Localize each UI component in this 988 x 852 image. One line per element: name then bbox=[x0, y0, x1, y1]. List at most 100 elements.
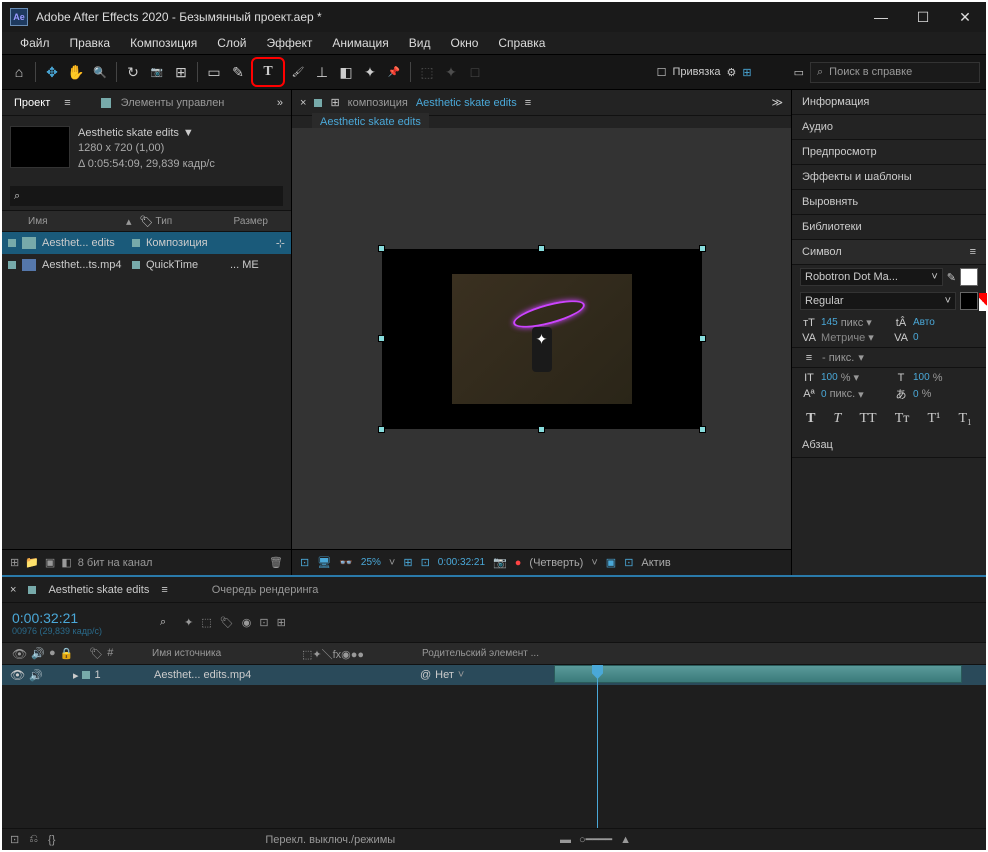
camera-tool[interactable] bbox=[146, 61, 168, 83]
menu-help[interactable]: Справка bbox=[488, 33, 555, 53]
tl-icon-5[interactable]: ⊡ bbox=[259, 616, 268, 629]
handle-tr[interactable] bbox=[699, 245, 706, 252]
comp-close-icon[interactable]: × bbox=[300, 97, 306, 109]
tl-footer-icon-2[interactable]: ⎌ bbox=[29, 833, 38, 846]
kerning-dropdown[interactable]: Метриче bbox=[821, 332, 865, 344]
trash-icon[interactable]: 🗑 bbox=[269, 556, 283, 569]
menu-window[interactable]: Окно bbox=[440, 33, 488, 53]
stroke-color-swatch[interactable] bbox=[960, 292, 978, 310]
zoom-in-icon[interactable]: ▲ bbox=[620, 834, 631, 846]
handle-bl[interactable] bbox=[378, 426, 385, 433]
panel-libraries[interactable]: Библиотеки bbox=[792, 215, 986, 240]
font-family-dropdown[interactable]: Robotron Dot Ma...˅ bbox=[800, 268, 943, 286]
hscale-input[interactable]: 100 bbox=[913, 372, 930, 383]
tl-footer-icon-3[interactable]: {} bbox=[48, 834, 55, 846]
italic-button[interactable]: T bbox=[834, 411, 842, 427]
tl-tab-menu-icon[interactable] bbox=[161, 584, 167, 596]
orbit-tool[interactable] bbox=[122, 61, 144, 83]
minimize-button[interactable]: — bbox=[860, 2, 902, 32]
menu-effect[interactable]: Эффект bbox=[256, 33, 322, 53]
vf-view-icon[interactable]: ⊡ bbox=[624, 556, 633, 569]
col-parent[interactable]: Родительский элемент ... bbox=[422, 648, 552, 659]
pan-behind-tool[interactable] bbox=[170, 61, 192, 83]
bold-button[interactable]: T bbox=[806, 411, 815, 427]
vf-snapshot-icon[interactable]: 📷 bbox=[493, 556, 507, 569]
leading-input[interactable]: Авто bbox=[913, 317, 935, 328]
project-item-comp[interactable]: Aesthet... edits Композиция ⊹ bbox=[2, 232, 291, 254]
snap-options-icon[interactable]: ⚙ bbox=[727, 66, 737, 79]
maximize-button[interactable]: ☐ bbox=[902, 2, 944, 32]
vf-3d-icon[interactable]: ▣ bbox=[606, 556, 616, 569]
playhead[interactable] bbox=[597, 665, 598, 828]
tl-footer-icon-1[interactable]: ⊡ bbox=[10, 833, 19, 846]
zoom-slider[interactable]: ○━━━━ bbox=[579, 833, 612, 846]
zoom-out-icon[interactable]: ▬ bbox=[560, 834, 571, 846]
font-size-input[interactable]: 145 bbox=[821, 317, 838, 328]
project-search-input[interactable] bbox=[10, 186, 283, 206]
clone-stamp-tool[interactable] bbox=[311, 61, 333, 83]
vf-mask-icon[interactable]: 👓 bbox=[339, 556, 353, 569]
comp-crumb-name[interactable]: Aesthetic skate edits bbox=[416, 97, 517, 109]
vf-channel-icon[interactable]: ● bbox=[515, 557, 522, 569]
timeline-timecode[interactable]: 0:00:32:21 bbox=[12, 610, 142, 626]
rectangle-tool[interactable] bbox=[203, 61, 225, 83]
folder-icon[interactable]: 📁 bbox=[25, 556, 39, 569]
tl-search-icon[interactable]: ⌕ bbox=[160, 616, 166, 628]
tsume-input[interactable]: 0 bbox=[913, 389, 919, 400]
parent-dropdown[interactable]: Нет bbox=[435, 669, 454, 681]
snap-grid-icon[interactable]: ⊞ bbox=[742, 66, 751, 79]
text-tool[interactable]: T bbox=[257, 61, 279, 83]
snap-checkbox[interactable]: ☐ bbox=[657, 66, 667, 79]
col-source-name[interactable]: Имя источника bbox=[152, 648, 302, 659]
project-tab-menu-icon[interactable] bbox=[64, 97, 70, 109]
layer-visibility-toggle[interactable]: 👁 bbox=[10, 668, 25, 682]
quality-dropdown[interactable]: (Четверть) bbox=[529, 557, 583, 569]
panel-effects[interactable]: Эффекты и шаблоны bbox=[792, 165, 986, 190]
tl-icon-2[interactable]: ⬚ bbox=[201, 616, 211, 629]
font-style-dropdown[interactable]: Regular˅ bbox=[800, 292, 956, 310]
comp-dropdown-icon[interactable]: ▼ bbox=[183, 126, 194, 141]
tl-icon-1[interactable]: ✦ bbox=[184, 616, 193, 629]
new-comp-icon[interactable]: ▣ bbox=[45, 556, 55, 569]
eyedropper-icon[interactable]: ✎ bbox=[947, 271, 956, 284]
roto-brush-tool[interactable] bbox=[359, 61, 381, 83]
timeline-layer-1[interactable]: 👁 🔊 ▸ 1 Aesthet... edits.mp4 @ Нет ˅ bbox=[2, 665, 986, 685]
zoom-dropdown[interactable]: 25% bbox=[361, 557, 381, 568]
col-size[interactable]: Размер bbox=[234, 216, 268, 227]
panel-audio[interactable]: Аудио bbox=[792, 115, 986, 140]
panel-overflow-icon[interactable]: » bbox=[277, 97, 283, 109]
vf-magnify-icon[interactable]: ⊡ bbox=[300, 556, 309, 569]
menu-edit[interactable]: Правка bbox=[60, 33, 121, 53]
char-menu-icon[interactable] bbox=[970, 246, 976, 258]
comp-overflow-icon[interactable]: ≫ bbox=[771, 96, 783, 109]
project-tab[interactable]: Проект bbox=[10, 95, 54, 111]
panel-align[interactable]: Выровнять bbox=[792, 190, 986, 215]
help-search[interactable]: ⌕ Поиск в справке bbox=[810, 62, 980, 83]
menu-animation[interactable]: Анимация bbox=[322, 33, 398, 53]
smallcaps-button[interactable]: Tᴛ bbox=[895, 411, 910, 427]
menu-file[interactable]: Файл bbox=[10, 33, 60, 53]
panel-info[interactable]: Информация bbox=[792, 90, 986, 115]
allcaps-button[interactable]: TT bbox=[859, 411, 876, 427]
toggle-switches-button[interactable]: Перекл. выключ./режимы bbox=[265, 834, 395, 846]
camera-dropdown[interactable]: Актив bbox=[641, 557, 670, 569]
col-name[interactable]: Имя bbox=[28, 216, 118, 227]
canvas[interactable]: ✦ bbox=[382, 249, 702, 429]
pen-tool[interactable] bbox=[227, 61, 249, 83]
col-type[interactable]: Тип bbox=[156, 216, 226, 227]
tl-close-icon[interactable]: × bbox=[10, 584, 16, 596]
vscale-input[interactable]: 100 bbox=[821, 372, 838, 383]
puppet-pin-tool[interactable] bbox=[383, 61, 405, 83]
superscript-button[interactable]: T¹ bbox=[928, 411, 941, 427]
panel-paragraph[interactable]: Абзац bbox=[792, 433, 986, 458]
layer-twirl-icon[interactable]: ▸ bbox=[73, 669, 79, 682]
brush-tool[interactable] bbox=[287, 61, 309, 83]
effect-controls-tab[interactable]: Элементы управлен bbox=[121, 97, 225, 109]
bit-depth[interactable]: 8 бит на канал bbox=[78, 557, 153, 569]
menu-layer[interactable]: Слой bbox=[207, 33, 256, 53]
menu-composition[interactable]: Композиция bbox=[120, 33, 207, 53]
workspace-icon[interactable]: ▭ bbox=[794, 66, 804, 79]
vf-grid-icon[interactable]: ⊡ bbox=[421, 556, 430, 569]
hand-tool[interactable] bbox=[65, 61, 87, 83]
bpc-icon[interactable]: ◧ bbox=[61, 556, 71, 569]
